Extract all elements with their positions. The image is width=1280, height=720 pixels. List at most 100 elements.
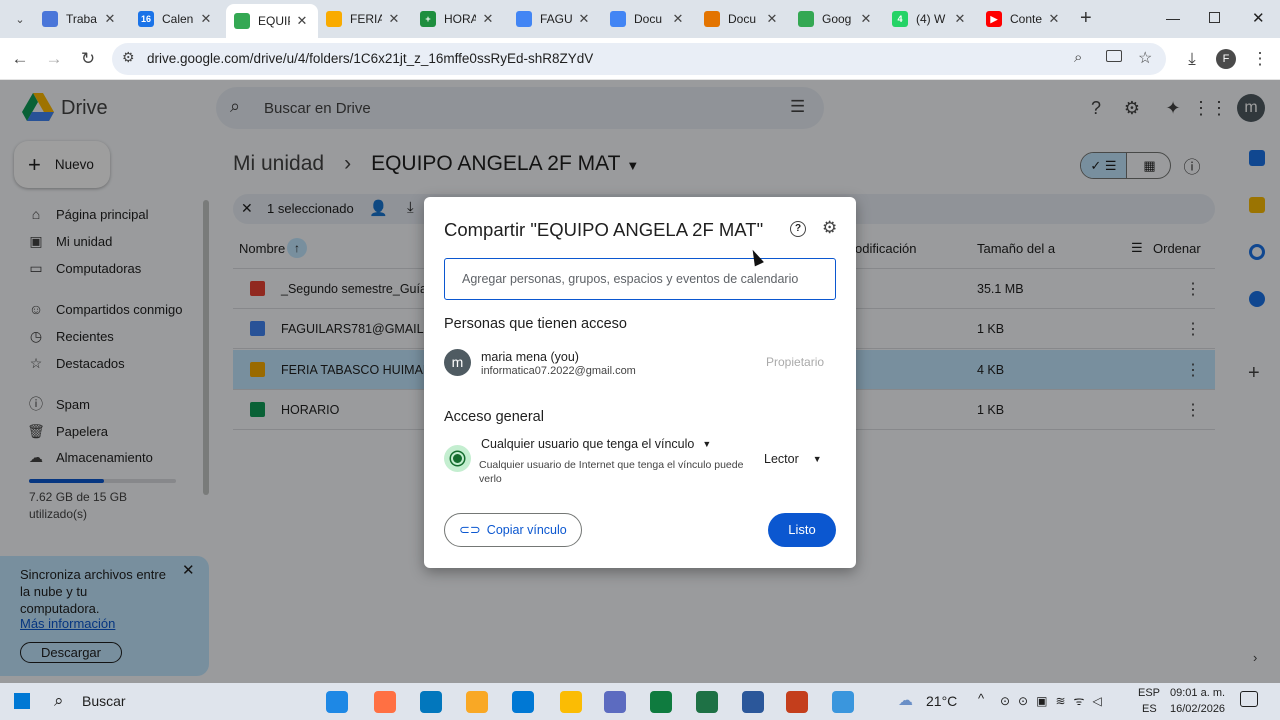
tab-favicon-icon <box>42 11 58 27</box>
tab-0[interactable]: Traba ✕ <box>34 4 126 34</box>
done-button[interactable]: Listo <box>768 513 836 547</box>
tab-1[interactable]: 16 Calen ✕ <box>130 4 222 34</box>
tab-title: Traba <box>66 12 97 26</box>
forward-icon[interactable]: → <box>42 47 66 71</box>
restore-window-icon[interactable] <box>1209 12 1220 23</box>
download-icon[interactable]: ⤓ <box>1180 47 1204 71</box>
language-top[interactable]: ESP <box>1138 687 1160 699</box>
taskbar-search[interactable]: Buscar <box>82 693 126 709</box>
tab-close-icon[interactable]: ✕ <box>1046 11 1062 27</box>
taskbar-app-icon[interactable] <box>374 691 396 713</box>
taskbar-app-icon[interactable] <box>420 691 442 713</box>
access-title: Cualquier usuario que tenga el vínculo <box>481 437 695 451</box>
tab-8[interactable]: Goog ✕ <box>790 4 882 34</box>
weather-icon[interactable]: ☁ <box>898 691 913 709</box>
taskbar-app-icon[interactable] <box>832 691 854 713</box>
clock-date[interactable]: 16/02/2026 <box>1170 703 1225 715</box>
windows-taskbar: ⌕ Buscar ☁ 21°C ^ ⊙⊙▣≋ᯤ◁ ESP ES 09:01 a.… <box>0 683 1280 720</box>
tab-close-icon[interactable]: ✕ <box>198 11 214 27</box>
install-app-icon[interactable] <box>1106 50 1122 62</box>
tab-6[interactable]: Docu ✕ <box>602 4 694 34</box>
copy-link-button[interactable]: ⊂⊃ Copiar vínculo <box>444 513 582 547</box>
link-icon: ⊂⊃ <box>459 522 481 537</box>
share-dialog: Compartir "EQUIPO ANGELA 2F MAT" ? ⚙ Agr… <box>424 197 856 568</box>
bookmark-star-icon[interactable]: ☆ <box>1138 48 1152 68</box>
close-window-icon[interactable]: ✕ <box>1252 9 1265 27</box>
tab-close-icon[interactable]: ✕ <box>576 11 592 27</box>
zoom-icon[interactable]: ⌕ <box>1074 49 1082 66</box>
browser-menu-icon[interactable]: ⋮ <box>1248 47 1272 71</box>
tray-chevron-icon[interactable]: ^ <box>978 691 984 706</box>
person-email: informatica07.2022@gmail.com <box>481 365 636 377</box>
tab-close-icon[interactable]: ✕ <box>294 13 310 29</box>
taskbar-app-icon[interactable] <box>512 691 534 713</box>
tab-favicon-icon <box>326 11 342 27</box>
tab-favicon-icon: ▶ <box>986 11 1002 27</box>
notifications-icon[interactable] <box>1240 691 1258 707</box>
person-avatar: m <box>444 349 471 376</box>
tab-title: Conte <box>1010 12 1042 26</box>
tab-favicon-icon <box>516 11 532 27</box>
address-bar[interactable]: ⚙ drive.google.com/drive/u/4/folders/1C6… <box>112 43 1166 75</box>
temperature[interactable]: 21°C <box>926 693 957 709</box>
tab-2[interactable]: EQUIP ✕ <box>226 4 318 38</box>
tab-favicon-icon <box>610 11 626 27</box>
taskbar-app-icon[interactable] <box>604 691 626 713</box>
tab-favicon-icon <box>704 11 720 27</box>
role-dropdown-icon: ▼ <box>812 454 822 464</box>
new-tab-button[interactable]: + <box>1080 7 1092 30</box>
role-label: Lector <box>764 452 799 466</box>
tab-7[interactable]: Docu ✕ <box>696 4 788 34</box>
share-settings-icon[interactable]: ⚙ <box>822 218 837 238</box>
tab-title: EQUIP <box>258 14 290 28</box>
windows-start-icon[interactable] <box>14 693 30 709</box>
tab-title: FAGU <box>540 12 572 26</box>
tab-4[interactable]: + HORA ✕ <box>412 4 504 34</box>
tab-title: HORA <box>444 12 476 26</box>
tab-favicon-icon: 16 <box>138 11 154 27</box>
tab-close-icon[interactable]: ✕ <box>952 11 968 27</box>
tray-icons[interactable]: ⊙⊙▣≋ᯤ◁ <box>1000 692 1110 709</box>
language-bottom[interactable]: ES <box>1142 703 1157 715</box>
add-people-placeholder: Agregar personas, grupos, espacios y eve… <box>462 272 799 286</box>
globe-icon <box>444 445 471 472</box>
reload-icon[interactable]: ↻ <box>76 47 100 71</box>
taskbar-app-icon[interactable] <box>560 691 582 713</box>
tab-title: Goog <box>822 12 852 26</box>
taskbar-app-icon[interactable] <box>786 691 808 713</box>
tab-5[interactable]: FAGU ✕ <box>508 4 600 34</box>
dialog-title: Compartir "EQUIPO ANGELA 2F MAT" <box>444 219 764 240</box>
tab-10[interactable]: ▶ Conte ✕ <box>978 4 1070 34</box>
minimize-window-icon[interactable]: — <box>1166 10 1180 26</box>
general-access-heading: Acceso general <box>444 409 544 425</box>
tab-close-icon[interactable]: ✕ <box>670 11 686 27</box>
tab-9[interactable]: 4 (4) W ✕ <box>884 4 976 34</box>
tab-close-icon[interactable]: ✕ <box>102 11 118 27</box>
tab-close-icon[interactable]: ✕ <box>858 11 874 27</box>
add-people-input[interactable]: Agregar personas, grupos, espacios y eve… <box>444 258 836 300</box>
back-icon[interactable]: ← <box>8 47 32 71</box>
tab-close-icon[interactable]: ✕ <box>386 11 402 27</box>
role-dropdown[interactable]: Lector ▼ <box>764 452 822 466</box>
url-text: drive.google.com/drive/u/4/folders/1C6x2… <box>147 51 594 66</box>
profile-avatar[interactable]: F <box>1216 49 1236 69</box>
taskbar-app-icon[interactable] <box>742 691 764 713</box>
access-dropdown[interactable]: Cualquier usuario que tenga el vínculo ▼ <box>481 437 711 451</box>
taskbar-search-icon[interactable]: ⌕ <box>54 691 64 711</box>
taskbar-app-icon[interactable] <box>696 691 718 713</box>
taskbar-app-icon[interactable] <box>466 691 488 713</box>
tab-search-icon[interactable]: ⌄ <box>8 7 32 31</box>
tab-close-icon[interactable]: ✕ <box>480 11 496 27</box>
tab-favicon-icon <box>798 11 814 27</box>
clock-time[interactable]: 09:01 a. m. <box>1170 687 1225 699</box>
help-circle-icon[interactable]: ? <box>790 221 806 237</box>
tab-3[interactable]: FERIA ✕ <box>318 4 410 34</box>
taskbar-app-icon[interactable] <box>650 691 672 713</box>
tab-title: (4) W <box>916 12 946 26</box>
copy-link-label: Copiar vínculo <box>486 523 567 537</box>
site-info-icon[interactable]: ⚙ <box>122 49 135 66</box>
tab-close-icon[interactable]: ✕ <box>764 11 780 27</box>
globe-icon-inner <box>451 452 464 465</box>
taskbar-app-icon[interactable] <box>326 691 348 713</box>
tab-title: FERIA <box>350 12 382 26</box>
